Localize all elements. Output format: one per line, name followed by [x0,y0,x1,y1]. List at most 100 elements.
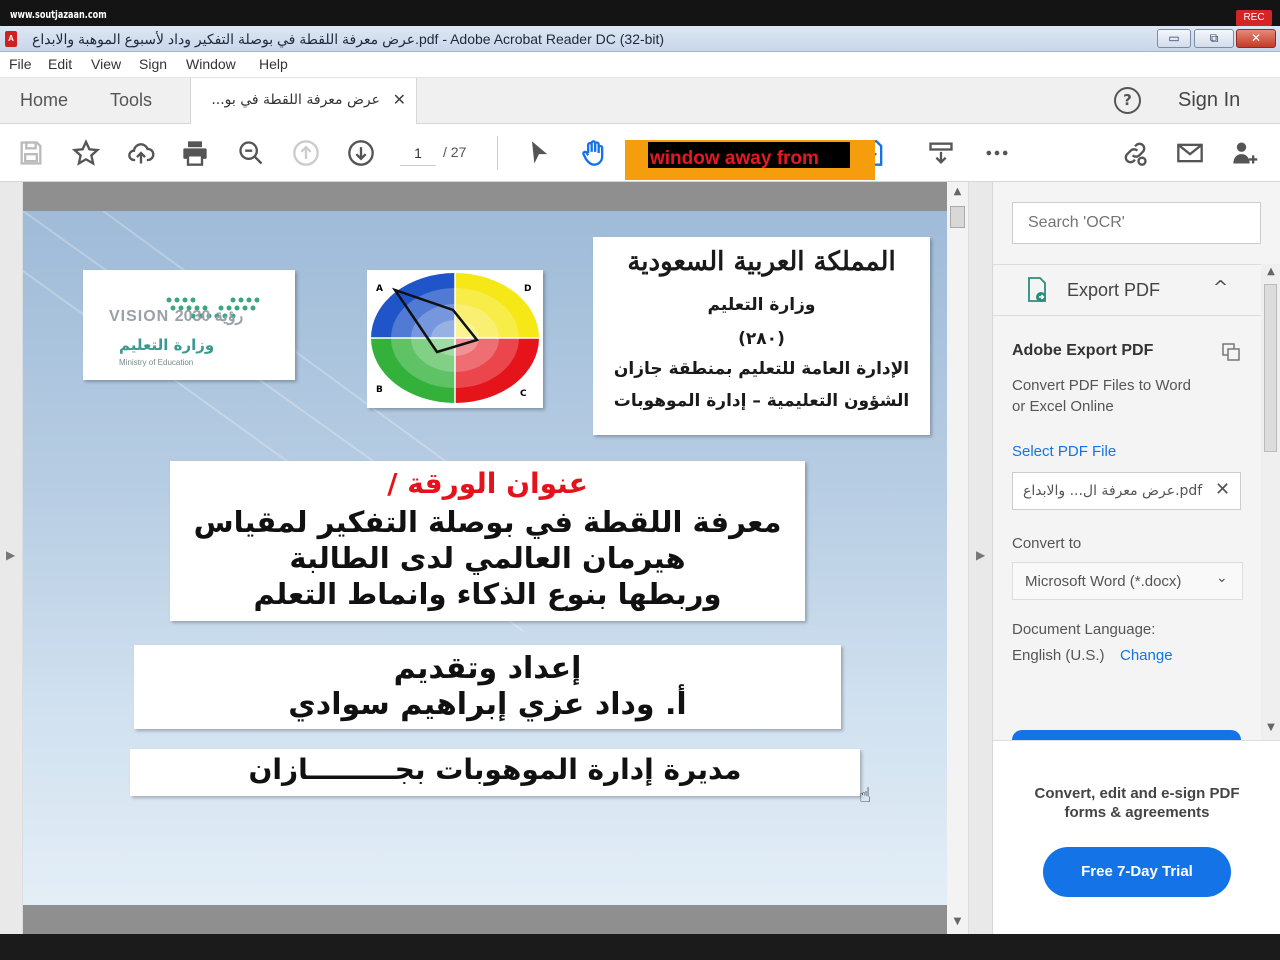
bookmark-star-icon[interactable] [71,138,101,168]
convert-to-label: Convert to [1012,535,1082,552]
select-pdf-file-link[interactable]: Select PDF File [1012,443,1116,460]
radar-label-d: D [524,284,531,294]
close-tab-icon[interactable]: ✕ [393,90,406,109]
select-cursor-icon[interactable] [524,138,554,168]
kingdom-calligraphy: المملكة العربية السعودية [627,247,896,277]
author-box: إعداد وتقديم أ. وداد عزي إبراهيم سوادي [134,645,841,729]
capture-label: window away from [648,142,850,168]
paper-title-label: عنوان الورقة / [387,467,588,500]
paper-title-line-2: هيرمان العالمي لدى الطالبة [289,541,686,575]
tab-bar: Home Tools عرض معرفة اللقطة في بو... ✕ ?… [0,78,1280,124]
scroll-down-icon[interactable]: ▼ [1261,722,1280,733]
scroll-down-icon[interactable]: ▼ [947,916,968,927]
page-number-input[interactable] [400,140,436,166]
director-box: مديرة إدارة الموهوبات بجـــــــــازان [130,749,860,796]
menu-help[interactable]: Help [259,56,288,72]
scroll-thumb[interactable] [1264,284,1277,452]
export-pdf-icon [1028,277,1046,302]
hand-tool-icon[interactable] [579,138,609,168]
radar-label-a: A [376,284,383,294]
radar-diagram: A D B C [371,273,539,403]
ministry-header-box: المملكة العربية السعودية وزارة التعليم (… [593,237,930,435]
promo-line-2: forms & agreements [1064,804,1210,821]
convert-button[interactable] [1012,730,1241,740]
menu-view[interactable]: View [91,56,121,72]
close-window-button[interactable]: ✕ [1236,29,1276,48]
format-select[interactable]: Microsoft Word (*.docx) ⌄ [1012,562,1243,600]
scroll-thumb[interactable] [950,206,965,228]
recorder-bottom-bar [0,934,1280,960]
chevron-down-icon: ⌄ [1216,570,1228,586]
paper-title-line-3: وربطها بنوع الذكاء وانماط التعلم [253,577,722,611]
right-panel-toggle[interactable]: ▶ [968,182,992,934]
change-language-link[interactable]: Change [1120,647,1173,664]
ministry-line-2: (٢٨٠) [738,329,785,349]
stamp-icon[interactable] [926,138,956,168]
export-pdf-label: Export PDF [1067,280,1161,300]
tab-document[interactable]: عرض معرفة اللقطة في بو... ✕ [190,78,417,124]
menu-edit[interactable]: Edit [48,56,72,72]
export-pdf-header[interactable]: Export PDF ^ [993,264,1261,316]
adobe-export-title: Adobe Export PDF [1012,342,1154,359]
selected-file-field[interactable]: عرض معرفة ال... والابداع.pdf ✕ [1012,472,1241,510]
menu-sign[interactable]: Sign [139,56,167,72]
thinking-compass-image: A D B C [367,270,543,408]
zoom-out-icon[interactable] [236,138,266,168]
recorder-bar: www.soutjazaan.com REC [0,0,1280,26]
upload-cloud-icon[interactable] [126,138,156,168]
chevron-up-icon[interactable]: ^ [1213,277,1228,298]
page-up-icon[interactable] [291,138,321,168]
rec-badge: REC [1236,10,1272,26]
paper-title-line-1: معرفة اللقطة في بوصلة التفكير لمقياس [193,505,782,539]
mail-icon[interactable] [1175,138,1205,168]
help-icon[interactable]: ? [1114,87,1141,114]
hand-cursor-icon: ☝ [859,783,872,807]
remove-file-icon[interactable]: ✕ [1215,479,1230,500]
window-titlebar: A عرض معرفة اللقطة في بوصلة التفكير وداد… [0,26,1280,52]
ministry-logo: VISION رؤية 2030 وزارة التعليم Ministry … [83,270,295,380]
tab-tools[interactable]: Tools [110,90,152,111]
acrobat-app-icon: A [5,31,17,47]
scroll-up-icon[interactable]: ▲ [947,186,968,197]
collapse-right-icon[interactable]: ▶ [976,548,985,562]
restore-button[interactable]: ⧉ [1194,29,1234,48]
free-trial-button[interactable]: Free 7-Day Trial [1043,847,1231,897]
tab-home[interactable]: Home [20,90,68,111]
document-language-label: Document Language: [1012,621,1156,638]
prepared-by-label: إعداد وتقديم [393,651,582,686]
add-user-icon[interactable] [1230,138,1260,168]
promo-line-1: Convert, edit and e-sign PDF [1034,785,1240,802]
page-down-icon[interactable] [346,138,376,168]
save-icon[interactable] [16,138,46,168]
capture-label-text: window away from [650,148,819,168]
print-icon[interactable] [180,138,210,168]
more-icon[interactable] [982,138,1012,168]
tools-search-input[interactable] [1012,202,1261,244]
ministry-line-1: وزارة التعليم [707,295,816,315]
selected-file-name: عرض معرفة ال... والابداع.pdf [1023,483,1203,499]
menu-window[interactable]: Window [186,56,236,72]
left-panel-toggle[interactable]: ▶ [0,182,23,934]
pdf-page: VISION رؤية 2030 وزارة التعليم Ministry … [23,211,947,905]
menu-bar: File Edit View Sign Window Help [0,52,1280,78]
page-total: / 27 [443,144,467,160]
menu-file[interactable]: File [9,56,32,72]
radar-label-c: C [520,389,527,399]
scroll-up-icon[interactable]: ▲ [1261,266,1280,277]
paper-title-box: عنوان الورقة / معرفة اللقطة في بوصلة الت… [170,461,805,621]
export-description-1: Convert PDF Files to Word [1012,377,1191,394]
export-description-2: or Excel Online [1012,398,1114,415]
sign-in-button[interactable]: Sign In [1178,89,1240,112]
panel-scrollbar[interactable]: ▲ ▼ [1261,264,1280,740]
window-title: عرض معرفة اللقطة في بوصلة التفكير وداد ل… [32,31,665,47]
copy-icon[interactable] [1221,342,1241,362]
document-scrollbar[interactable]: ▲ ▼ [947,182,968,934]
format-selected-value: Microsoft Word (*.docx) [1025,573,1182,590]
minimize-button[interactable]: ▭ [1157,29,1191,48]
page-separator [23,905,947,934]
author-name: أ. وداد عزي إبراهيم سوادي [288,687,687,722]
link-share-icon[interactable] [1120,138,1150,168]
toolbar-divider [497,136,498,170]
expand-left-icon[interactable]: ▶ [6,548,15,562]
document-language-value: English (U.S.) [1012,647,1105,664]
